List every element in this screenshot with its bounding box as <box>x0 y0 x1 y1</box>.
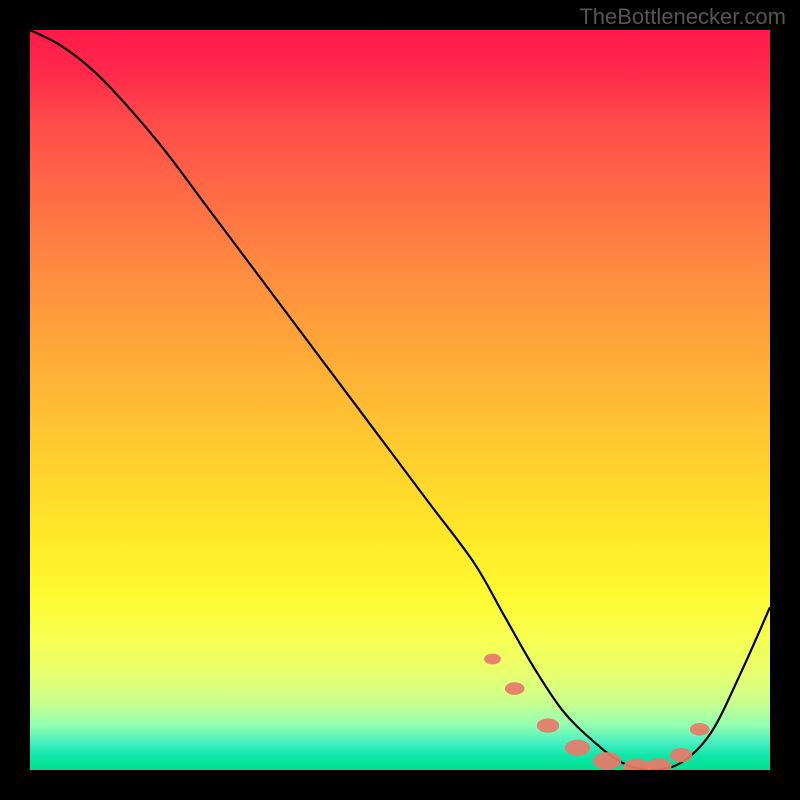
marker-dot <box>537 718 559 732</box>
chart-svg <box>30 30 770 770</box>
marker-dot <box>690 723 710 736</box>
marker-dot <box>565 740 590 756</box>
attribution-text: TheBottlenecker.com <box>579 4 786 30</box>
marker-dot <box>593 752 621 770</box>
bottleneck-curve <box>30 30 770 770</box>
marker-dot <box>670 748 692 762</box>
marker-dot <box>505 682 525 695</box>
marker-dot <box>484 654 501 665</box>
marker-dot <box>646 758 671 770</box>
curve-markers <box>484 654 709 770</box>
marker-dot <box>623 759 651 770</box>
plot-area <box>30 30 770 770</box>
